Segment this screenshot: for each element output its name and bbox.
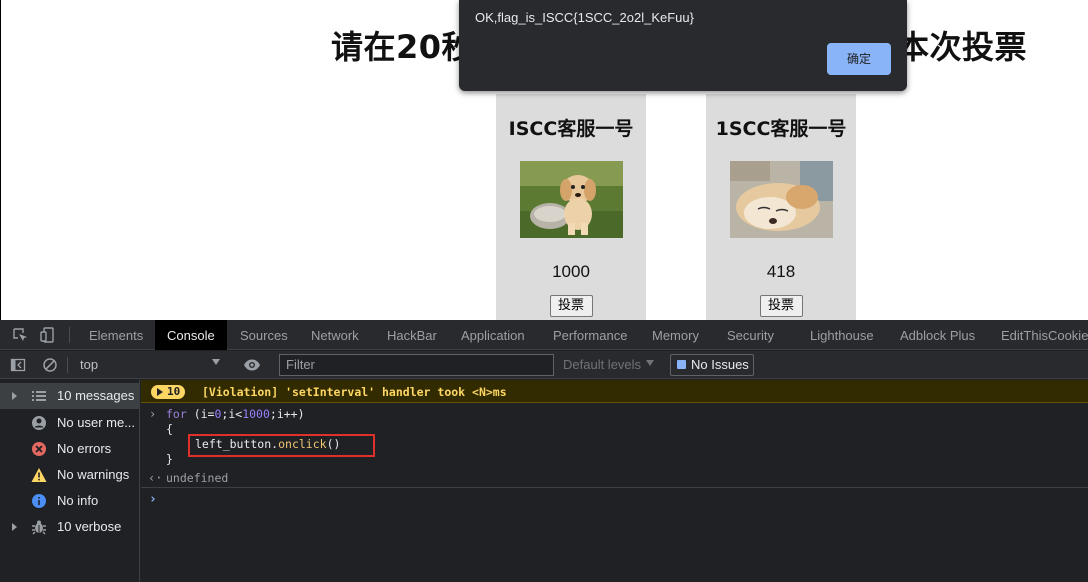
clear-console-icon[interactable] (42, 357, 58, 373)
code-text: (i= (186, 407, 215, 421)
levels-chevron-down-icon[interactable] (646, 360, 654, 366)
violation-count-badge: 10 (151, 385, 186, 399)
warning-icon (31, 468, 47, 482)
sidebar-item-label: No errors (57, 441, 112, 456)
code-text: ;i< (221, 407, 243, 421)
alert-dialog: OK,flag_is_ISCC{1SCC_2o2l_KeFuu} 确定 (459, 0, 907, 91)
result-row: ‹· undefined (141, 470, 1088, 488)
vote-count: 1000 (552, 262, 590, 281)
console-sidebar: 10 messages No user me... No errors No w… (0, 380, 140, 582)
alert-ok-button[interactable]: 确定 (827, 43, 891, 75)
list-icon (32, 391, 46, 401)
candidate-card-2: 1SCC客服一号 418 投票 (706, 94, 856, 320)
code-text: ;i++) (269, 407, 305, 421)
sidebar-item-verbose[interactable]: 10 verbose (0, 514, 139, 540)
console-output: 10 [Violation] 'setInterval' handler too… (141, 380, 1088, 582)
code-keyword: for (166, 407, 187, 421)
candidate-name: 1SCC客服一号 (715, 118, 847, 140)
tab-hackbar[interactable]: HackBar (387, 320, 437, 350)
issues-button[interactable]: No Issues (670, 354, 754, 376)
sidebar-item-messages[interactable]: 10 messages (0, 383, 139, 409)
result-arrow-icon: ‹· (148, 471, 163, 485)
candidate-name: ISCC客服一号 (508, 118, 634, 140)
sidebar-item-label: No warnings (57, 467, 130, 482)
alert-message: OK,flag_is_ISCC{1SCC_2o2l_KeFuu} (475, 10, 694, 25)
code-line-2: { (166, 422, 173, 436)
tab-performance[interactable]: Performance (553, 320, 627, 350)
tab-lighthouse[interactable]: Lighthouse (810, 320, 874, 350)
device-toolbar-icon[interactable] (40, 327, 56, 343)
sidebar-toggle-icon[interactable] (10, 357, 26, 373)
tab-elements[interactable]: Elements (89, 320, 143, 350)
code-line-1: for (i=0;i<1000;i++) (166, 407, 305, 421)
tab-memory[interactable]: Memory (652, 320, 699, 350)
eye-icon[interactable] (243, 357, 261, 373)
sidebar-item-user-messages[interactable]: No user me... (0, 410, 139, 436)
console-toolbar: top Filter Default levels No Issues (0, 351, 1088, 379)
input-chevron-icon: › (149, 407, 157, 421)
result-value: undefined (166, 471, 229, 485)
code-number: 1000 (242, 407, 270, 421)
violation-message[interactable]: 10 [Violation] 'setInterval' handler too… (141, 380, 1088, 403)
console-prompt-icon[interactable]: › (149, 492, 157, 507)
sleeping-dog-photo (729, 161, 833, 238)
vote-button-right[interactable]: 投票 (759, 295, 803, 317)
inspect-element-icon[interactable] (12, 327, 28, 343)
console-filter-input[interactable]: Filter (279, 354, 554, 376)
sidebar-item-info[interactable]: No info (0, 488, 139, 514)
log-levels-dropdown[interactable]: Default levels (563, 357, 641, 372)
sidebar-item-errors[interactable]: No errors (0, 436, 139, 462)
vote-button-left[interactable]: 投票 (549, 295, 593, 317)
tab-console[interactable]: Console (155, 320, 227, 350)
golden-puppy-photo (519, 161, 623, 238)
sidebar-item-label: No user me... (57, 415, 136, 430)
tab-network[interactable]: Network (311, 320, 359, 350)
sidebar-item-label: 10 verbose (57, 519, 122, 534)
violation-text: [Violation] 'setInterval' handler took <… (202, 385, 507, 399)
code-line-4: } (166, 452, 173, 466)
highlight-box (188, 434, 375, 457)
vote-count: 418 (766, 262, 796, 281)
context-chevron-down-icon[interactable] (212, 359, 220, 365)
tab-adblock-plus[interactable]: Adblock Plus (900, 320, 975, 350)
page-title: 请在20秒 本次投票 (331, 22, 1027, 68)
tab-security[interactable]: Security (727, 320, 774, 350)
sidebar-item-label: 10 messages (57, 388, 135, 403)
bug-icon (32, 520, 46, 535)
sidebar-item-label: No info (57, 493, 99, 508)
toolbar-separator (67, 357, 68, 373)
tab-sources[interactable]: Sources (240, 320, 288, 350)
page-title-left: 请在20秒 (331, 28, 475, 66)
tab-separator (69, 327, 70, 343)
user-icon (32, 416, 46, 430)
context-selector[interactable]: top (80, 357, 98, 372)
tab-application[interactable]: Application (461, 320, 525, 350)
expand-arrow-icon[interactable] (12, 392, 17, 400)
tab-editthiscookie[interactable]: EditThisCookie (1001, 320, 1088, 350)
sidebar-item-warnings[interactable]: No warnings (0, 462, 139, 488)
expand-arrow-icon[interactable] (12, 523, 17, 531)
issues-flag-icon (677, 360, 686, 369)
error-icon (32, 442, 46, 456)
page-title-right: 本次投票 (897, 28, 1028, 66)
devtools-panel: Elements Console Sources Network HackBar… (0, 320, 1088, 582)
devtools-tabbar: Elements Console Sources Network HackBar… (0, 320, 1088, 350)
info-icon (32, 494, 46, 508)
issues-label: No Issues (691, 357, 749, 372)
candidate-card-1: ISCC客服一号 1000 投票 (496, 94, 646, 320)
